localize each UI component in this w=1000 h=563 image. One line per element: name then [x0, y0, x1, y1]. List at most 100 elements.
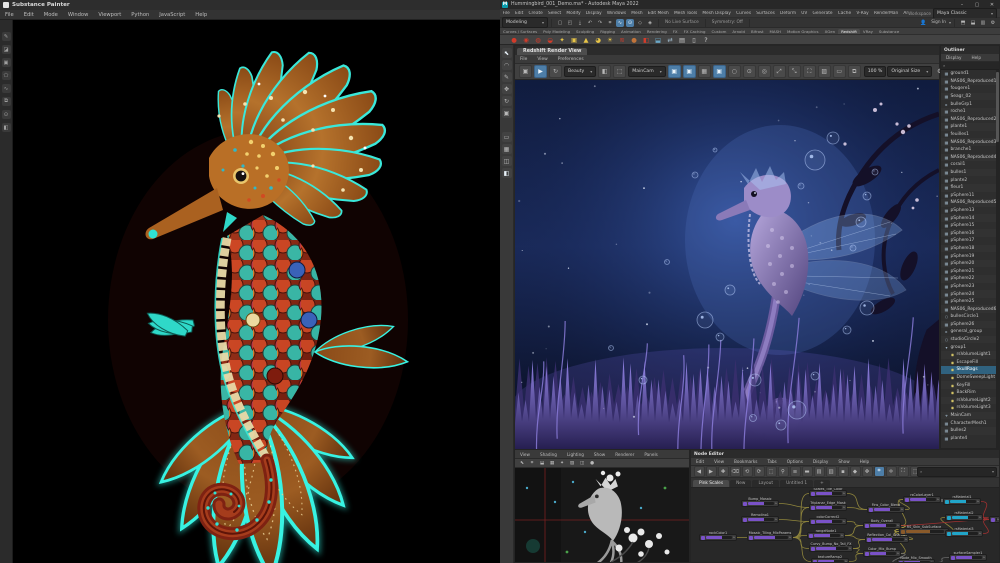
shader-node[interactable]: textureRamp2▸ [811, 558, 849, 562]
outliner-item[interactable]: ⌖MainCam [941, 412, 999, 420]
node-editor-tab-layout[interactable]: Layout [752, 480, 779, 487]
viewport-menu-panels[interactable]: Panels [639, 452, 662, 457]
ne-grid-toggle-icon[interactable]: ⌗ [874, 466, 885, 477]
maya-menu-mesh-tools[interactable]: Mesh Tools [671, 11, 699, 16]
ne-layout-icon[interactable]: ≡ [790, 466, 801, 477]
ne-hide-attrs-icon[interactable]: ▪ [838, 466, 849, 477]
rs-volume-icon[interactable]: ≋ [617, 35, 627, 44]
shelf-tab-arnold[interactable]: Arnold [729, 29, 748, 34]
shader-node[interactable]: Bump_Mosaic▸ [741, 500, 779, 507]
substance-menu-window[interactable]: Window [63, 12, 93, 18]
ne-crosshair-icon[interactable]: ✛ [886, 466, 897, 477]
ne-connected-view-icon[interactable]: ▤ [814, 466, 825, 477]
maya-menu-deform[interactable]: Deform [777, 11, 798, 16]
outliner-item[interactable]: ▦branche1 [941, 146, 999, 154]
maya-menu-file[interactable]: File [500, 11, 512, 16]
substance-menu-edit[interactable]: Edit [19, 12, 39, 18]
outliner-scrollbar[interactable] [996, 70, 999, 448]
outliner-item[interactable]: ▸general_group [941, 328, 999, 336]
outliner-item[interactable]: ▦plante4 [941, 435, 999, 443]
outliner-item[interactable]: ▦pSphere19 [941, 252, 999, 260]
ne-frame-all-icon[interactable]: ⛶ [898, 466, 909, 477]
outliner-search-field[interactable]: ⌕ [941, 62, 999, 70]
outliner-menu-help[interactable]: Help [966, 55, 986, 60]
rs-dome-light-icon[interactable]: ▣ [569, 35, 579, 44]
outliner-item[interactable]: ▦NAS06_Reproduced5 [941, 199, 999, 207]
material-picker-tool-icon[interactable]: ⊙ [2, 110, 11, 119]
outliner-item[interactable]: ▦pSphere23 [941, 283, 999, 291]
node-editor-tab-untitled-1[interactable]: Untitled 1 [780, 480, 813, 487]
viewport-wireframe-icon[interactable]: ◫ [578, 460, 586, 467]
undo-icon[interactable]: ↶ [586, 19, 594, 27]
shader-node[interactable]: Triplanar_Edge_Mask▸ [809, 504, 847, 511]
node-editor-menu-show[interactable]: Show [833, 459, 854, 464]
outliner-item[interactable]: ▦Seagr_02 [941, 93, 999, 101]
maya-menu-arnold[interactable]: Arnold [901, 11, 908, 16]
maya-menu-modify[interactable]: Modify [564, 11, 583, 16]
display-settings-icon[interactable]: ⚙ [989, 19, 997, 27]
shelf-tab-rigging[interactable]: Rigging [597, 29, 618, 34]
shelf-tab-fx[interactable]: FX [670, 29, 681, 34]
move-tool-icon[interactable]: ✥ [502, 84, 512, 94]
shelf-tab-fx-caching[interactable]: FX Caching [681, 29, 709, 34]
maya-menu-edit[interactable]: Edit [512, 11, 526, 16]
shader-node[interactable]: Node_Mix_Smooth▸ [897, 559, 935, 562]
shelf-tab-animation[interactable]: Animation [618, 29, 644, 34]
clone-tool-icon[interactable]: ⧉ [2, 97, 11, 106]
viewport-menu-renderer[interactable]: Renderer [610, 452, 639, 457]
shader-node[interactable]: ▸ [989, 516, 999, 523]
outliner-menu-display[interactable]: Display [941, 55, 966, 60]
rotate-tool-icon[interactable]: ↻ [502, 96, 512, 106]
outliner-item[interactable]: ▦pSphere25 [941, 298, 999, 306]
ne-forward-icon[interactable]: ▶ [706, 466, 717, 477]
viewport-select-icon[interactable]: ⬉ [518, 460, 526, 467]
maya-menu-windows[interactable]: Windows [604, 11, 628, 16]
symmetry-selector[interactable]: Symmetry: Off [709, 20, 746, 25]
node-editor-title[interactable]: Node Editor [691, 450, 999, 458]
substance-menu-viewport[interactable]: Viewport [93, 12, 126, 18]
outliner-item[interactable]: ▸bulleGrp1 [941, 100, 999, 108]
maya-menu-renderman[interactable]: RenderMan [871, 11, 901, 16]
node-search-field[interactable]: ⌕ ▾ [917, 467, 997, 477]
shader-node[interactable]: colorCorrect2▸ [809, 518, 847, 525]
node-editor-menu-tabs[interactable]: Tabs [762, 459, 781, 464]
ne-graph-up-icon[interactable]: ⟲ [742, 466, 753, 477]
ne-add-node-icon[interactable]: ✚ [718, 466, 729, 477]
outliner-item[interactable]: ▦NAS06_Reproduced6 [941, 305, 999, 313]
render-view-tab[interactable]: Redshift Render View [517, 48, 587, 55]
viewport-menu-shading[interactable]: Shading [535, 452, 562, 457]
eraser-tool-icon[interactable]: ◪ [2, 45, 11, 54]
outliner-item[interactable]: ▦pSphere22 [941, 275, 999, 283]
maya-menu-mesh[interactable]: Mesh [629, 11, 646, 16]
bucket-render-icon[interactable]: ◧ [598, 65, 611, 78]
start-ipr-icon[interactable]: ▶ [534, 65, 547, 78]
rs-sun-light-icon[interactable]: ☀ [605, 35, 615, 44]
outliner-item[interactable]: ▦bulles2 [941, 427, 999, 435]
live-surface-label[interactable]: No Live Surface [662, 20, 702, 25]
white-balance-icon[interactable]: ○ [728, 65, 741, 78]
outliner-item[interactable]: ◉rsVolumeLight3 [941, 404, 999, 412]
ne-transforms-icon[interactable]: ✥ [862, 466, 873, 477]
maya-menu-generate[interactable]: Generate [810, 11, 835, 16]
rs-camera-icon[interactable]: ⬓ [653, 35, 663, 44]
outliner-item[interactable]: ▦pSphere14 [941, 214, 999, 222]
viewport-shaded-icon[interactable]: ● [588, 460, 596, 467]
outliner-item[interactable]: ▦CharacterMesh1 [941, 419, 999, 427]
shader-node[interactable]: rsMaterial3▸ [945, 530, 983, 537]
outliner-item[interactable]: ▦fougere1 [941, 85, 999, 93]
rs-help-icon[interactable]: ? [701, 35, 711, 44]
substance-menu-javascript[interactable]: JavaScript [154, 12, 190, 18]
sign-in-button[interactable]: Sign In [929, 20, 948, 25]
smudge-tool-icon[interactable]: ∿ [2, 84, 11, 93]
node-editor-menu-bookmarks[interactable]: Bookmarks [729, 459, 762, 464]
shader-node[interactable]: Mosaic_Tiling_MixParams▸ [747, 534, 793, 541]
lasso-tool-icon[interactable]: ◠ [502, 60, 512, 70]
outliner-item[interactable]: ▦pSphere18 [941, 245, 999, 253]
lock-camera-icon[interactable]: ▣ [668, 65, 681, 78]
workspace-selector[interactable]: Maya Classic ▾ [933, 8, 997, 19]
ne-pin-icon[interactable]: ⚲ [778, 466, 789, 477]
shader-node[interactable]: Remolino1▸ [741, 516, 779, 523]
maya-menu-create[interactable]: Create [526, 11, 545, 16]
outliner-item[interactable]: ▦NAS06_Reproduced1 [941, 78, 999, 86]
outliner-item[interactable]: ▦roche1 [941, 108, 999, 116]
